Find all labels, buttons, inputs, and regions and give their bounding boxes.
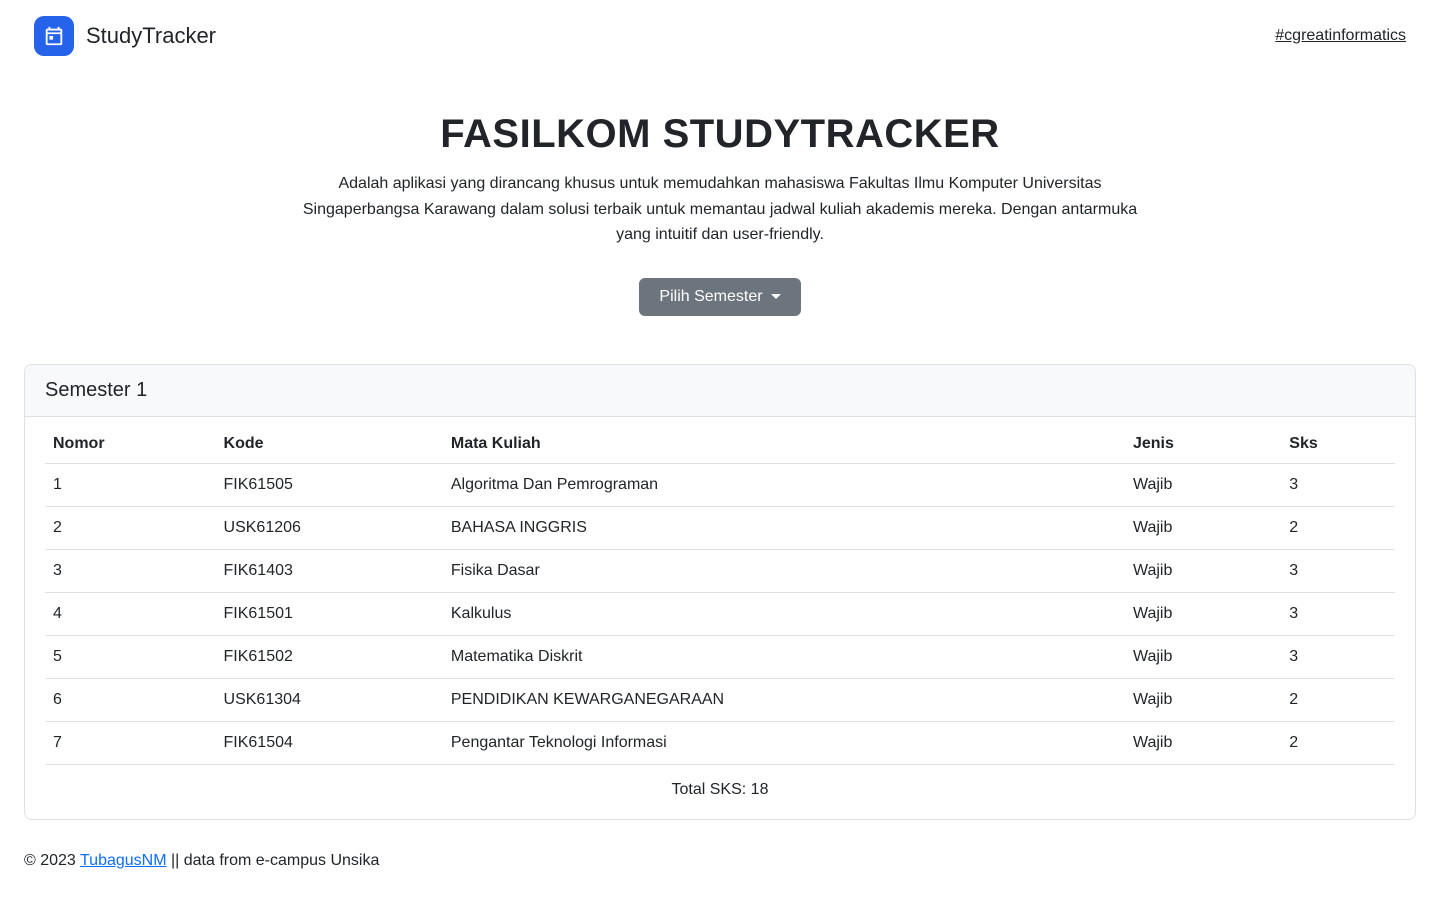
- cell-kode: FIK61504: [216, 721, 443, 764]
- navbar: StudyTracker #cgreatinformatics: [0, 0, 1440, 72]
- hero: FASILKOM STUDYTRACKER Adalah aplikasi ya…: [270, 112, 1170, 316]
- col-mk: Mata Kuliah: [443, 423, 1125, 464]
- cell-kode: FIK61505: [216, 463, 443, 506]
- cell-kode: FIK61501: [216, 592, 443, 635]
- footer: © 2023 TubagusNM || data from e-campus U…: [0, 840, 1440, 900]
- cell-nomor: 3: [45, 549, 216, 592]
- cell-kode: FIK61403: [216, 549, 443, 592]
- cell-sks: 3: [1281, 592, 1395, 635]
- cell-kode: FIK61502: [216, 635, 443, 678]
- dropdown-label: Pilih Semester: [659, 288, 762, 306]
- table-row: 3FIK61403Fisika DasarWajib3: [45, 549, 1395, 592]
- cell-mk: Pengantar Teknologi Informasi: [443, 721, 1125, 764]
- cell-jenis: Wajib: [1125, 678, 1281, 721]
- table-row: 4FIK61501KalkulusWajib3: [45, 592, 1395, 635]
- card-body: Nomor Kode Mata Kuliah Jenis Sks 1FIK615…: [25, 417, 1415, 819]
- cell-sks: 3: [1281, 635, 1395, 678]
- cell-nomor: 5: [45, 635, 216, 678]
- footer-suffix: || data from e-campus Unsika: [167, 852, 380, 869]
- table-row: 7FIK61504Pengantar Teknologi InformasiWa…: [45, 721, 1395, 764]
- cell-mk: Matematika Diskrit: [443, 635, 1125, 678]
- course-table: Nomor Kode Mata Kuliah Jenis Sks 1FIK615…: [45, 423, 1395, 765]
- col-kode: Kode: [216, 423, 443, 464]
- cell-jenis: Wajib: [1125, 721, 1281, 764]
- calendar-icon: [34, 16, 74, 56]
- brand-text: StudyTracker: [86, 23, 216, 49]
- cell-jenis: Wajib: [1125, 549, 1281, 592]
- page-description: Adalah aplikasi yang dirancang khusus un…: [290, 171, 1150, 248]
- table-row: 2USK61206BAHASA INGGRISWajib2: [45, 506, 1395, 549]
- table-row: 6USK61304PENDIDIKAN KEWARGANEGARAANWajib…: [45, 678, 1395, 721]
- chevron-down-icon: [771, 294, 781, 299]
- brand[interactable]: StudyTracker: [34, 16, 216, 56]
- cell-kode: USK61206: [216, 506, 443, 549]
- col-nomor: Nomor: [45, 423, 216, 464]
- table-header-row: Nomor Kode Mata Kuliah Jenis Sks: [45, 423, 1395, 464]
- cell-sks: 2: [1281, 678, 1395, 721]
- cell-sks: 2: [1281, 506, 1395, 549]
- total-sks: Total SKS: 18: [45, 765, 1395, 803]
- cell-jenis: Wajib: [1125, 592, 1281, 635]
- cell-nomor: 4: [45, 592, 216, 635]
- hashtag-link[interactable]: #cgreatinformatics: [1275, 27, 1406, 45]
- cell-jenis: Wajib: [1125, 463, 1281, 506]
- cell-jenis: Wajib: [1125, 635, 1281, 678]
- footer-prefix: © 2023: [24, 852, 80, 869]
- cell-jenis: Wajib: [1125, 506, 1281, 549]
- semester-dropdown[interactable]: Pilih Semester: [639, 278, 800, 316]
- cell-mk: PENDIDIKAN KEWARGANEGARAAN: [443, 678, 1125, 721]
- cell-mk: Kalkulus: [443, 592, 1125, 635]
- cell-sks: 3: [1281, 549, 1395, 592]
- cell-nomor: 2: [45, 506, 216, 549]
- table-row: 1FIK61505Algoritma Dan PemrogramanWajib3: [45, 463, 1395, 506]
- col-sks: Sks: [1281, 423, 1395, 464]
- col-jenis: Jenis: [1125, 423, 1281, 464]
- semester-card: Semester 1 Nomor Kode Mata Kuliah Jenis …: [24, 364, 1416, 820]
- cell-nomor: 6: [45, 678, 216, 721]
- cell-mk: Algoritma Dan Pemrograman: [443, 463, 1125, 506]
- page-title: FASILKOM STUDYTRACKER: [290, 112, 1150, 157]
- cell-sks: 3: [1281, 463, 1395, 506]
- cell-mk: Fisika Dasar: [443, 549, 1125, 592]
- cell-nomor: 1: [45, 463, 216, 506]
- cell-mk: BAHASA INGGRIS: [443, 506, 1125, 549]
- table-row: 5FIK61502Matematika DiskritWajib3: [45, 635, 1395, 678]
- card-header: Semester 1: [25, 365, 1415, 417]
- cell-sks: 2: [1281, 721, 1395, 764]
- cell-kode: USK61304: [216, 678, 443, 721]
- cell-nomor: 7: [45, 721, 216, 764]
- footer-author-link[interactable]: TubagusNM: [80, 852, 167, 869]
